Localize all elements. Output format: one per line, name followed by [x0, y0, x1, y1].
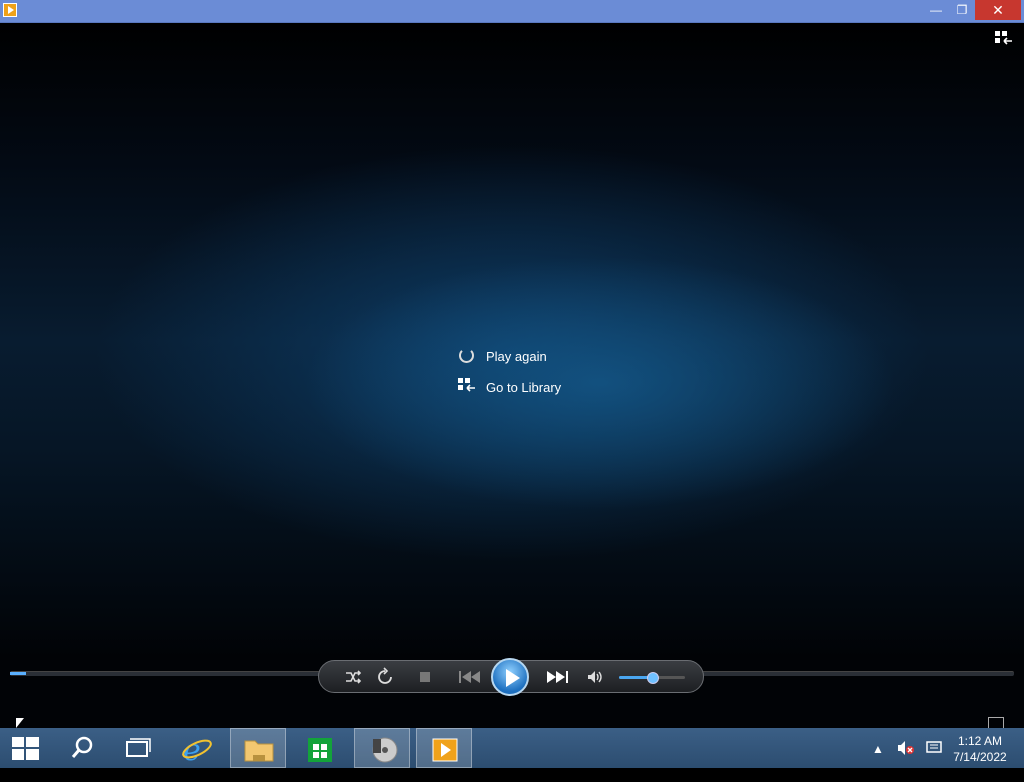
next-icon[interactable] [541, 667, 575, 687]
close-button[interactable]: ✕ [975, 0, 1021, 20]
replay-icon [458, 347, 476, 365]
previous-icon[interactable] [453, 667, 487, 687]
volume-knob[interactable] [647, 672, 659, 684]
volume-slider[interactable] [619, 672, 685, 684]
play-again-label: Play again [486, 348, 547, 364]
repeat-icon[interactable] [375, 667, 395, 687]
go-to-library-label: Go to Library [486, 379, 562, 395]
file-explorer-icon[interactable] [230, 728, 286, 768]
windows-logo-icon [12, 737, 39, 760]
go-to-library-link[interactable]: Go to Library [458, 376, 561, 398]
play-button[interactable] [491, 658, 529, 696]
search-icon[interactable] [54, 728, 110, 768]
media-player-taskbar-icon[interactable] [416, 728, 472, 768]
mute-volume-icon[interactable] [585, 667, 605, 687]
stop-icon[interactable] [415, 667, 435, 687]
media-player-app-icon[interactable] [3, 3, 17, 17]
playback-controls [318, 658, 704, 696]
clock-time: 1:12 AM [957, 734, 1003, 748]
show-hidden-icons-button[interactable]: ▲ [872, 742, 884, 782]
switch-to-library-icon[interactable] [995, 31, 1013, 47]
now-playing-area[interactable]: Play again Go to Library [0, 23, 1024, 731]
volume-muted-icon[interactable] [896, 740, 916, 780]
taskbar: e ▲ 1:12 AM 7/14/2022 [0, 728, 1024, 768]
store-icon[interactable] [292, 728, 348, 768]
play-again-link[interactable]: Play again [458, 345, 547, 367]
media-center-icon[interactable] [354, 728, 410, 768]
action-center-icon[interactable] [926, 741, 942, 781]
seek-progress [10, 672, 26, 675]
minimize-button[interactable]: — [923, 0, 949, 20]
internet-explorer-icon[interactable]: e [170, 728, 226, 768]
shuffle-icon[interactable] [343, 667, 363, 687]
clock[interactable]: 1:12 AM 7/14/2022 [950, 733, 1010, 773]
clock-date: 7/14/2022 [953, 750, 1007, 764]
library-icon [458, 378, 476, 396]
mouse-cursor [16, 718, 24, 728]
task-view-icon[interactable] [110, 728, 166, 768]
restore-button[interactable]: ❐ [949, 0, 975, 20]
start-button[interactable] [0, 728, 50, 768]
title-bar: — ❐ ✕ [0, 0, 1024, 23]
